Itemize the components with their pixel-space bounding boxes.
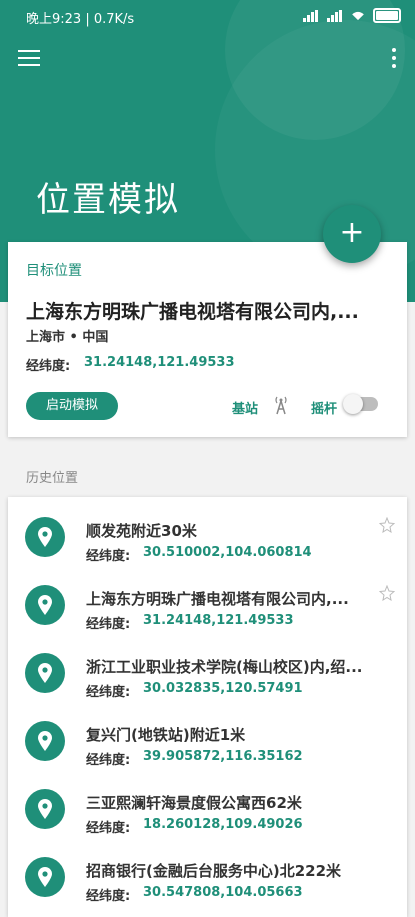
- location-pin-icon: [25, 857, 65, 897]
- menu-icon[interactable]: [18, 50, 40, 68]
- history-item[interactable]: 招商银行(金融后台服务中心)北222米 经纬度: 30.547808,104.0…: [8, 845, 407, 913]
- target-name: 上海东方明珠广播电视塔有限公司内,...: [26, 301, 359, 323]
- base-station-button[interactable]: 基站: [232, 398, 258, 417]
- history-list: 顺发苑附近30米 经纬度: 30.510002,104.060814 上海东方明…: [8, 497, 407, 917]
- wifi-icon: [352, 11, 364, 20]
- history-item-name: 上海东方明珠广播电视塔有限公司内,...: [86, 590, 349, 608]
- location-pin-icon: [25, 585, 65, 625]
- history-item-coord: 30.510002,104.060814: [143, 545, 312, 560]
- history-item-coord-label: 经纬度:: [86, 549, 131, 564]
- history-item-name: 复兴门(地铁站)附近1米: [86, 726, 246, 744]
- target-label: 目标位置: [26, 263, 82, 279]
- target-coord-value: 31.24148,121.49533: [84, 355, 235, 370]
- add-location-button[interactable]: +: [323, 205, 381, 263]
- history-item-name: 三亚熙澜轩海景度假公寓西62米: [86, 794, 302, 812]
- page-title: 位置模拟: [36, 180, 180, 220]
- joystick-label: 摇杆: [311, 402, 338, 417]
- history-label: 历史位置: [26, 471, 79, 486]
- cell-signal-icon: [327, 9, 343, 22]
- toggle-knob: [343, 394, 363, 414]
- start-simulation-button[interactable]: 启动模拟: [26, 392, 118, 420]
- target-coord-label: 经纬度:: [26, 359, 71, 374]
- history-item-name: 招商银行(金融后台服务中心)北222米: [86, 862, 342, 880]
- history-item[interactable]: 三亚熙澜轩海景度假公寓西62米 经纬度: 18.260128,109.49026: [8, 777, 407, 845]
- more-options-icon[interactable]: [391, 48, 397, 68]
- status-time: 晚上9:23 | 0.7K/s: [26, 12, 135, 27]
- history-item-coord-label: 经纬度:: [86, 685, 131, 700]
- pin-icon[interactable]: [379, 517, 395, 533]
- location-pin-icon: [25, 789, 65, 829]
- battery-icon: [373, 8, 401, 23]
- location-pin-icon: [25, 721, 65, 761]
- pin-icon[interactable]: [379, 585, 395, 601]
- history-item-coord-label: 经纬度:: [86, 617, 131, 632]
- cell-tower-icon[interactable]: [273, 395, 289, 415]
- history-item-coord-label: 经纬度:: [86, 753, 131, 768]
- history-item[interactable]: 顺发苑附近30米 经纬度: 30.510002,104.060814: [8, 505, 407, 573]
- location-pin-icon: [25, 653, 65, 693]
- history-item-coord: 30.547808,104.05663: [143, 885, 303, 900]
- history-item-coord: 39.905872,116.35162: [143, 749, 303, 764]
- history-item-coord: 30.032835,120.57491: [143, 681, 303, 696]
- cell-signal-icon: [303, 9, 319, 22]
- history-item-coord-label: 经纬度:: [86, 889, 131, 904]
- history-item[interactable]: 复兴门(地铁站)附近1米 经纬度: 39.905872,116.35162: [8, 709, 407, 777]
- joystick-toggle[interactable]: [343, 394, 378, 414]
- history-item[interactable]: 浙江工业职业技术学院(梅山校区)内,绍... 经纬度: 30.032835,12…: [8, 641, 407, 709]
- history-item-name: 浙江工业职业技术学院(梅山校区)内,绍...: [86, 658, 363, 676]
- status-bar: 晚上9:23 | 0.7K/s: [0, 0, 415, 32]
- target-location-card: 目标位置 上海东方明珠广播电视塔有限公司内,... 上海市 • 中国 经纬度: …: [8, 242, 407, 437]
- history-item-name: 顺发苑附近30米: [86, 522, 197, 540]
- target-city: 上海市 • 中国: [26, 330, 109, 345]
- history-item[interactable]: 上海东方明珠广播电视塔有限公司内,... 经纬度: 31.24148,121.4…: [8, 573, 407, 641]
- location-pin-icon: [25, 517, 65, 557]
- history-item-coord: 31.24148,121.49533: [143, 613, 294, 628]
- history-item-coord: 18.260128,109.49026: [143, 817, 303, 832]
- history-item-coord-label: 经纬度:: [86, 821, 131, 836]
